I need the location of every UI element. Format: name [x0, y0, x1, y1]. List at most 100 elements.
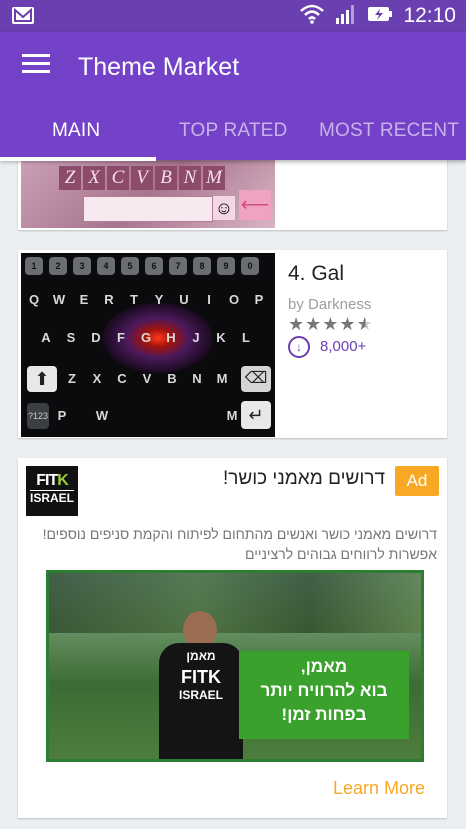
theme-card[interactable]: 1 2 3 4 5 6 7 8 9 0 Q W E R T Y U I O P … — [18, 250, 447, 438]
preview-key: M — [226, 408, 238, 423]
theme-preview-image: Z X C V B N M ☺ ⟵ — [21, 160, 275, 228]
preview-key: W — [52, 292, 66, 307]
preview-key: K — [216, 330, 226, 345]
ad-headline[interactable]: דרושים מאמני כושר! — [223, 468, 385, 490]
star-icon: ★ — [322, 314, 340, 334]
advertiser-logo: FITK ISRAEL — [26, 466, 78, 516]
preview-key: 6 — [145, 257, 163, 275]
preview-key: 8 — [193, 257, 211, 275]
learn-more-button[interactable]: Learn More — [333, 778, 425, 799]
preview-key: X — [92, 371, 102, 386]
status-bar: 12:10 — [0, 0, 466, 32]
preview-key: X — [83, 166, 105, 190]
preview-key: 5 — [121, 257, 139, 275]
theme-list[interactable]: Z X C V B N M ☺ ⟵ 1 2 3 4 5 6 7 8 9 0 Q … — [0, 160, 466, 829]
ad-badge: Ad — [395, 466, 439, 496]
logo-text: ISRAEL — [30, 490, 75, 505]
preview-key: M — [203, 166, 225, 190]
preview-key: Z — [68, 371, 76, 386]
star-icon: ★ — [288, 314, 306, 334]
enter-arrow-icon: ↵ — [241, 401, 271, 429]
ad-image-line: מאמן, — [300, 657, 348, 676]
preview-key: P — [57, 408, 67, 423]
preview-key: D — [91, 330, 101, 345]
preview-key: V — [142, 371, 152, 386]
clock: 12:10 — [403, 4, 456, 27]
ad-image-line: בוא להרוויח יותר — [260, 681, 388, 700]
preview-key: 3 — [73, 257, 91, 275]
backspace-icon: ⌫ — [241, 366, 271, 392]
preview-key: E — [79, 292, 89, 307]
theme-author: by Darkness — [288, 296, 372, 313]
preview-key: G — [140, 330, 152, 345]
tab-most-recent[interactable]: MOST RECENT — [319, 120, 459, 142]
tab-indicator — [0, 157, 156, 161]
preview-key: W — [95, 408, 109, 423]
preview-key: 0 — [241, 257, 259, 275]
download-count: 8,000+ — [320, 338, 367, 355]
preview-key: 4 — [97, 257, 115, 275]
hamburger-menu-icon[interactable] — [22, 54, 50, 76]
preview-key: H — [166, 330, 176, 345]
ad-image[interactable]: מאמן FITK ISRAEL מאמן, בוא להרוויח יותר … — [46, 570, 424, 762]
preview-key-123: ?123 — [27, 403, 49, 429]
logo-text: FIT — [36, 472, 58, 489]
preview-key: F — [117, 330, 125, 345]
preview-key: C — [107, 166, 129, 190]
preview-key: M — [216, 371, 228, 386]
signal-icon — [335, 4, 357, 29]
star-half-icon: ★ — [356, 314, 374, 334]
shirt-text: FITK — [181, 667, 221, 687]
preview-key: P — [254, 292, 264, 307]
smiley-icon: ☺ — [213, 196, 235, 220]
preview-key: L — [242, 330, 250, 345]
page-title: Theme Market — [78, 53, 240, 81]
preview-key: B — [155, 166, 177, 190]
preview-key: 2 — [49, 257, 67, 275]
preview-key: 7 — [169, 257, 187, 275]
preview-key: U — [179, 292, 189, 307]
theme-preview-image: 1 2 3 4 5 6 7 8 9 0 Q W E R T Y U I O P … — [21, 253, 275, 437]
ad-body: דרושים מאמני כושר ואנשים מהתחום לפיתוח ו… — [42, 526, 437, 562]
preview-space-key — [83, 196, 213, 222]
preview-key: I — [207, 292, 211, 307]
ad-image-text-panel: מאמן, בוא להרוויח יותר בפחות זמן! — [239, 651, 409, 739]
star-icon: ★ — [339, 314, 357, 334]
preview-key: S — [66, 330, 76, 345]
trainer-shirt: מאמן FITK ISRAEL — [159, 643, 243, 759]
battery-charging-icon — [367, 5, 393, 28]
tab-bar: MAIN TOP RATED MOST RECENT — [0, 110, 466, 160]
app-bar: Theme Market MAIN TOP RATED MOST RECENT — [0, 32, 466, 161]
preview-key: T — [130, 292, 138, 307]
theme-card[interactable]: Z X C V B N M ☺ ⟵ — [18, 160, 447, 230]
preview-key: 9 — [217, 257, 235, 275]
download-icon: ↓ — [288, 336, 310, 358]
wifi-icon — [299, 4, 325, 29]
preview-key: J — [192, 330, 200, 345]
rating-stars: ★★★★★ — [288, 314, 374, 335]
preview-key: B — [167, 371, 177, 386]
preview-key: N — [192, 371, 202, 386]
shirt-text: מאמן — [186, 649, 216, 663]
preview-key: V — [131, 166, 153, 190]
tab-top-rated[interactable]: TOP RATED — [179, 120, 287, 142]
ad-card[interactable]: FITK ISRAEL Ad דרושים מאמני כושר! דרושים… — [18, 458, 447, 818]
star-icon: ★ — [305, 314, 323, 334]
preview-key: Z — [59, 166, 81, 190]
preview-key: A — [41, 330, 51, 345]
logo-text: K — [57, 472, 69, 489]
mail-icon — [12, 7, 34, 24]
preview-key: R — [104, 292, 114, 307]
preview-key: O — [228, 292, 240, 307]
preview-key: C — [117, 371, 127, 386]
preview-key: N — [179, 166, 201, 190]
ad-image-line: בפחות זמן! — [281, 705, 367, 724]
preview-key: Q — [28, 292, 40, 307]
theme-title[interactable]: 4. Gal — [288, 262, 344, 286]
enter-arrow-icon: ⟵ — [239, 190, 271, 220]
shirt-text: ISRAEL — [178, 688, 223, 702]
preview-key: 1 — [25, 257, 43, 275]
tab-main[interactable]: MAIN — [52, 120, 100, 142]
preview-key: Y — [154, 292, 164, 307]
trees-background — [49, 573, 421, 633]
